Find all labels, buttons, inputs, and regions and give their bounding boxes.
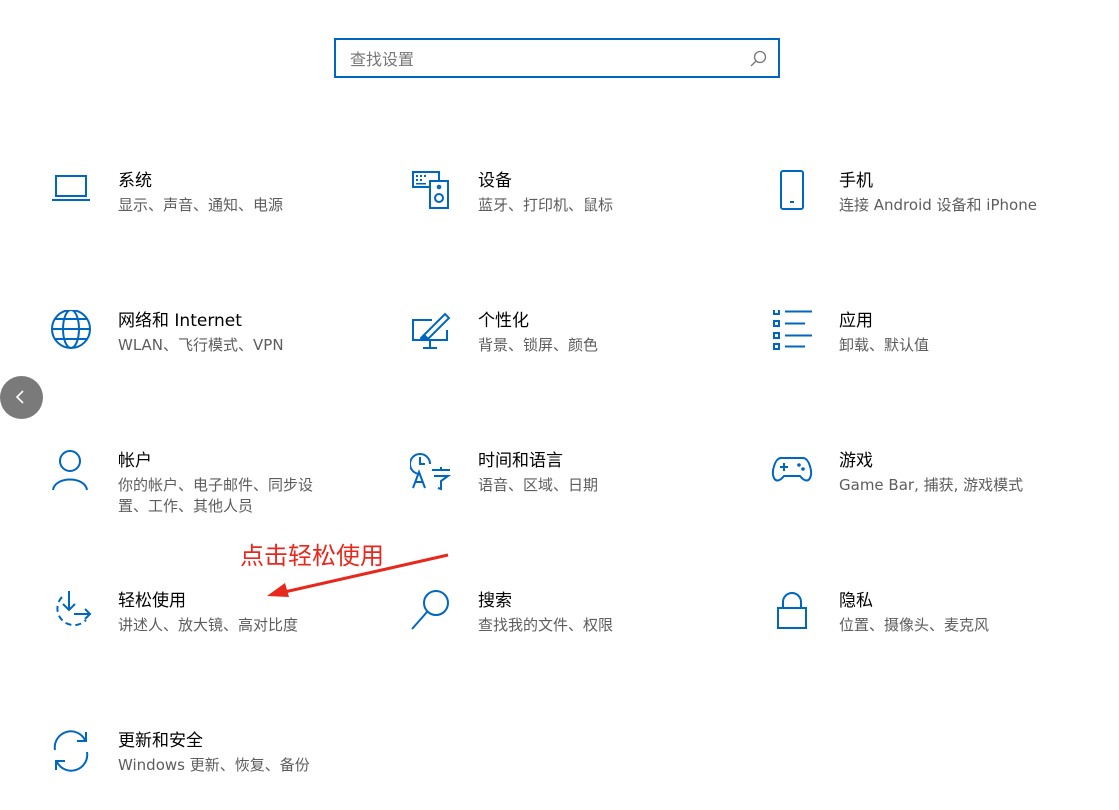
tile-privacy[interactable]: 隐私 位置、摄像头、麦克风	[771, 590, 1101, 670]
chevron-left-icon	[15, 390, 24, 404]
tile-title: 应用	[839, 311, 873, 331]
tile-description: 你的帐户、电子邮件、同步设置、工作、其他人员	[118, 476, 314, 515]
tile-title: 隐私	[839, 591, 873, 611]
lock-icon	[771, 590, 813, 632]
tile-search[interactable]: 搜索 查找我的文件、权限	[410, 590, 740, 670]
tile-personalization[interactable]: 个性化 背景、锁屏、颜色	[410, 310, 740, 390]
tile-title: 网络和 Internet	[118, 311, 242, 331]
tile-description: Windows 更新、恢复、备份	[118, 756, 310, 774]
tile-description: 位置、摄像头、麦克风	[839, 616, 990, 634]
tile-phone[interactable]: 手机 连接 Android 设备和 iPhone	[771, 170, 1101, 250]
back-button[interactable]	[0, 376, 43, 419]
tile-description: 蓝牙、打印机、鼠标	[478, 196, 614, 214]
paint-monitor-icon	[410, 310, 452, 352]
search-icon[interactable]	[748, 49, 768, 69]
tile-description: 语音、区域、日期	[478, 476, 599, 494]
tile-title: 手机	[839, 171, 873, 191]
annotation-arrow-icon	[267, 553, 449, 597]
ease-of-access-icon	[50, 590, 92, 632]
tile-time-language[interactable]: 时间和语言 语音、区域、日期	[410, 450, 740, 530]
laptop-icon	[50, 170, 92, 212]
tile-apps[interactable]: 应用 卸载、默认值	[771, 310, 1101, 390]
search-input[interactable]	[348, 40, 752, 78]
tile-update-security[interactable]: 更新和安全 Windows 更新、恢复、备份	[50, 730, 380, 810]
tile-devices[interactable]: 设备 蓝牙、打印机、鼠标	[410, 170, 740, 250]
keyboard-speaker-icon	[410, 170, 452, 212]
time-language-icon	[410, 450, 452, 492]
tile-description: 连接 Android 设备和 iPhone	[839, 196, 1037, 214]
globe-icon	[50, 310, 92, 352]
tile-title: 时间和语言	[478, 451, 563, 471]
tile-title: 设备	[478, 171, 512, 191]
tile-title: 系统	[118, 171, 152, 191]
tile-title: 游戏	[839, 451, 873, 471]
tile-title: 轻松使用	[118, 591, 186, 611]
tile-system[interactable]: 系统 显示、声音、通知、电源	[50, 170, 380, 250]
tile-description: Game Bar, 捕获, 游戏模式	[839, 476, 1024, 494]
tile-title: 帐户	[118, 451, 152, 471]
app-list-icon	[771, 310, 813, 352]
tile-network[interactable]: 网络和 Internet WLAN、飞行模式、VPN	[50, 310, 380, 390]
tile-accounts[interactable]: 帐户 你的帐户、电子邮件、同步设置、工作、其他人员	[50, 450, 380, 530]
tile-description: 查找我的文件、权限	[478, 616, 614, 634]
sync-arrows-icon	[50, 730, 92, 772]
tile-description: 显示、声音、通知、电源	[118, 196, 284, 214]
tile-description: 卸载、默认值	[839, 336, 930, 354]
tile-title: 个性化	[478, 311, 529, 331]
tile-description: 讲述人、放大镜、高对比度	[118, 616, 299, 634]
tile-gaming[interactable]: 游戏 Game Bar, 捕获, 游戏模式	[771, 450, 1101, 530]
person-icon	[50, 450, 92, 492]
search-box[interactable]	[334, 38, 780, 78]
tile-title: 搜索	[478, 591, 512, 611]
gamepad-icon	[771, 450, 813, 492]
tile-description: WLAN、飞行模式、VPN	[118, 336, 284, 354]
tile-title: 更新和安全	[118, 731, 203, 751]
phone-icon	[771, 170, 813, 212]
tile-description: 背景、锁屏、颜色	[478, 336, 599, 354]
